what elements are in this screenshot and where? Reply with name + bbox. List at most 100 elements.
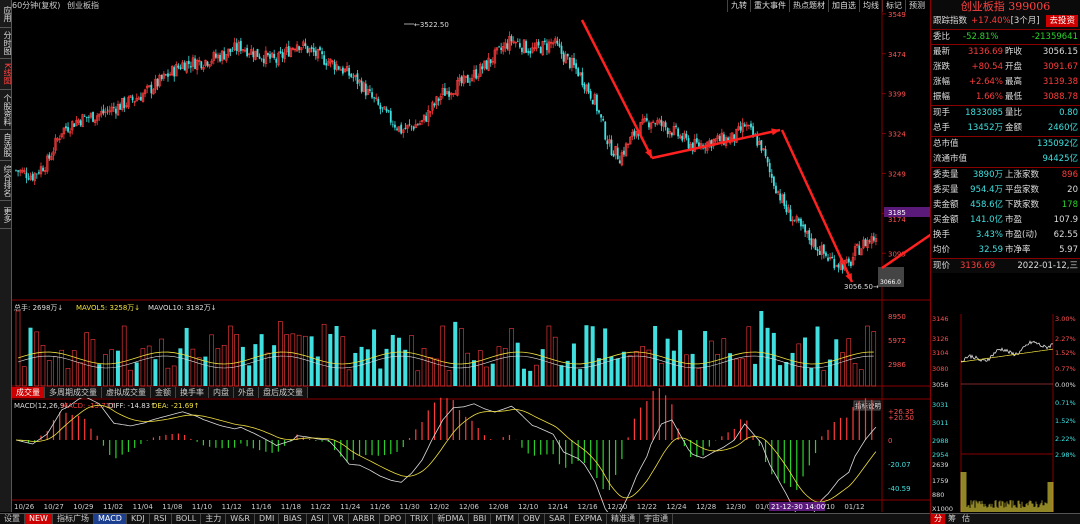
indicator-tab-17[interactable]: BBI (469, 514, 492, 524)
value: 20 (1067, 185, 1078, 195)
date-tick: 01/12 (844, 503, 864, 511)
subtab-6[interactable]: 外盘 (234, 387, 259, 398)
indicator-tab-22[interactable]: 精准通 (607, 514, 641, 524)
candle (223, 51, 226, 60)
indicator-tab-0[interactable]: 设置 (0, 514, 25, 524)
kline-chart[interactable]: 354934743399332432493174309931853174←352… (12, 0, 930, 512)
indicator-tab-7[interactable]: 主力 (201, 514, 227, 524)
candle (654, 123, 657, 125)
nav-6[interactable]: 更多 (0, 201, 12, 229)
volume-bar (53, 356, 58, 387)
candle (675, 125, 677, 127)
volume-bar (65, 368, 71, 387)
indicator-tab-2[interactable]: 指标广场 (53, 514, 94, 524)
candle (310, 47, 313, 49)
nav-3[interactable]: 个股资料 (0, 90, 12, 130)
subtab-0[interactable]: 成交量 (12, 387, 45, 398)
mini-price: 3136.69 (960, 261, 996, 271)
nav-0[interactable]: 应用 (0, 0, 12, 28)
nav-1[interactable]: 分时图 (0, 28, 12, 59)
indicator-tab-1[interactable]: NEW (25, 514, 53, 524)
candle (325, 63, 328, 66)
indicator-tab-23[interactable]: 宇宙通 (640, 514, 674, 524)
volume-bar (353, 352, 358, 386)
candle (789, 209, 792, 222)
candle (279, 51, 282, 53)
indicator-tab-20[interactable]: SAR (545, 514, 571, 524)
candle (847, 258, 850, 263)
candle (770, 173, 773, 178)
volume-bar (490, 363, 495, 386)
indicator-tab-4[interactable]: KDJ (127, 514, 150, 524)
indicator-tab-10[interactable]: BIAS (279, 514, 307, 524)
mini-left-tick: 880 (932, 491, 944, 499)
volume-bar (15, 310, 21, 387)
candle (695, 138, 698, 143)
label: 最新 (933, 47, 951, 57)
subtab-5[interactable]: 内盘 (209, 387, 234, 398)
candle (102, 109, 105, 114)
subtab-7[interactable]: 盘后成交量 (259, 387, 308, 398)
value: 141.0亿 (970, 215, 1003, 225)
nav-2[interactable]: K线图 (0, 59, 12, 90)
indicator-tab-12[interactable]: VR (329, 514, 349, 524)
candle (529, 50, 532, 54)
track-period[interactable]: [3个月] (1011, 14, 1040, 29)
nav-5[interactable]: 综合排名 (0, 161, 12, 201)
indicator-tab-9[interactable]: DMI (255, 514, 280, 524)
candle (312, 47, 315, 53)
volume-bar (240, 346, 245, 386)
candle (648, 122, 650, 128)
label: 流通市值 (933, 154, 968, 164)
candle (681, 136, 684, 141)
volume-bar (846, 338, 852, 387)
rows4-row: 均价 32.59 市净率 5.97 (931, 243, 1080, 258)
indicator-tab-14[interactable]: DPO (380, 514, 407, 524)
panel-tab-0[interactable]: 分 (931, 514, 945, 524)
candle (219, 54, 221, 62)
volume-bar (315, 356, 320, 386)
indicator-tab-8[interactable]: W&R (226, 514, 255, 524)
invest-button[interactable]: 去投资 (1046, 15, 1078, 27)
date-tick: 12/20 (607, 503, 627, 511)
panel-tab-1[interactable]: 筹 (945, 514, 959, 524)
candle (58, 138, 61, 140)
subtab-2[interactable]: 虚拟成交量 (102, 387, 151, 398)
volume-rows: 现手 1833085 量比 0.80 总手 13452万 金额 2460亿 (931, 105, 1080, 136)
indicator-tab-5[interactable]: RSI (150, 514, 172, 524)
nav-4[interactable]: 自选股 (0, 130, 12, 161)
indicator-tab-3[interactable]: MACD (93, 514, 127, 524)
indicator-tab-11[interactable]: ASI (307, 514, 329, 524)
candle (562, 52, 565, 62)
value: 32.59 (978, 245, 1003, 255)
volume-bar (496, 346, 502, 387)
mini-right-tick: 0.00% (1055, 381, 1076, 389)
indicator-tab-19[interactable]: OBV (519, 514, 546, 524)
mini-left-tick: 2954 (932, 451, 949, 459)
volume-bar (121, 325, 127, 387)
indicator-tab-6[interactable]: BOLL (172, 514, 202, 524)
subtab-4[interactable]: 换手率 (176, 387, 209, 398)
mini-label: 现价 (933, 261, 951, 271)
volume-bar (84, 332, 90, 387)
indicator-tab-21[interactable]: EXPMA (570, 514, 608, 524)
indicator-tab-16[interactable]: 新DMA (433, 514, 469, 524)
volume-bar (671, 350, 676, 386)
date-tick: 11/16 (251, 503, 272, 511)
mini-left-tick: X1000 (932, 505, 953, 512)
candle (568, 57, 571, 69)
candle (412, 126, 415, 130)
indicator-tab-13[interactable]: ARBR (349, 514, 380, 524)
intraday-chart[interactable]: 3146 3126 3104 3080 3056 3031 3011 2988 2954 2639… (931, 314, 1080, 512)
candle (38, 172, 40, 174)
indicator-tab-15[interactable]: TRIX (406, 514, 434, 524)
indicator-tab-18[interactable]: MTM (491, 514, 520, 524)
last-price: 3066.0 (880, 279, 901, 286)
subtab-3[interactable]: 金额 (151, 387, 176, 398)
volume-bar (209, 334, 214, 387)
panel-tab-2[interactable]: 估 (959, 514, 973, 524)
volume-bar (453, 321, 458, 386)
volume-bar (759, 311, 764, 386)
subtab-1[interactable]: 多周期成交量 (45, 387, 102, 398)
date-tick: 11/30 (400, 503, 420, 511)
